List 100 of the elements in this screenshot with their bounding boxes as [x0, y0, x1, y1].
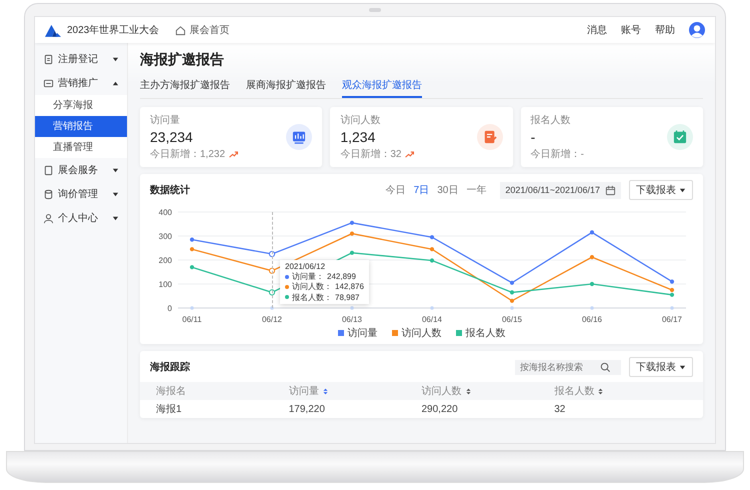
legend-label[interactable]: 访问量	[348, 326, 378, 340]
database-icon	[43, 188, 54, 200]
legend-swatch-icon	[456, 330, 462, 336]
sidebar-subitem[interactable]: 直播管理	[35, 137, 127, 158]
data-point	[190, 247, 194, 252]
x-axis-label: 06/14	[422, 315, 442, 324]
today-increase: 今日新增：32	[340, 148, 402, 161]
sidebar-item[interactable]: 营销推广	[35, 71, 127, 95]
bar-chart-icon	[286, 124, 312, 150]
data-point	[268, 289, 276, 296]
axis-point	[430, 306, 434, 310]
y-axis-label: 100	[158, 280, 172, 289]
stat-value: 1,234	[340, 129, 376, 145]
page-title: 海报扩邀报告	[140, 51, 225, 69]
tooltip-value: 78,987	[335, 292, 360, 302]
data-point	[350, 232, 354, 236]
series-dot-icon	[285, 274, 289, 279]
x-axis-label: 06/16	[582, 315, 602, 324]
data-point	[268, 268, 276, 274]
stat-value: -	[530, 129, 536, 145]
calendar-icon	[605, 184, 616, 196]
download-report-button[interactable]: 下载报表	[629, 357, 693, 377]
sidebar-item[interactable]: 注册登记	[35, 47, 127, 71]
column-header: 访问量	[288, 384, 319, 398]
sort-icon[interactable]	[322, 388, 328, 394]
screen-icon	[43, 78, 54, 88]
tooltip-label: 访问量：	[292, 272, 324, 282]
date-range-field[interactable]: 2021/06/11~2021/06/17	[500, 182, 621, 198]
caret-icon	[112, 214, 119, 222]
column-header: 访问人数	[422, 384, 462, 398]
today-increase: 今日新增：-	[530, 148, 584, 161]
user-icon	[43, 212, 54, 224]
edit-note-icon	[476, 124, 503, 150]
sidebar-item[interactable]: 展会服务	[35, 158, 127, 182]
axis-point	[270, 306, 274, 310]
legend-label[interactable]: 报名人数	[466, 326, 506, 340]
column-header: 报名人数	[554, 384, 594, 398]
y-axis-label: 0	[168, 304, 172, 313]
data-point	[590, 282, 594, 286]
avatar-icon[interactable]	[689, 22, 705, 38]
axis-point	[190, 306, 194, 310]
sidebar-item[interactable]: 个人中心	[35, 206, 127, 230]
tablet-icon	[43, 164, 54, 176]
range-option[interactable]: 今日	[386, 183, 406, 197]
data-point	[510, 280, 514, 285]
data-point	[190, 238, 194, 242]
sort-icon[interactable]	[466, 388, 470, 394]
caret-icon	[112, 166, 119, 174]
series-dot-icon	[285, 284, 289, 289]
legend-swatch-icon	[392, 330, 398, 336]
range-option[interactable]: 30日	[437, 183, 458, 197]
range-option[interactable]: 7日	[414, 183, 430, 197]
panel-title: 数据统计	[150, 184, 190, 197]
table-cell-text: 32	[554, 404, 566, 414]
caret-icon	[679, 364, 686, 370]
panel-title: 海报跟踪	[150, 360, 190, 374]
sort-icon[interactable]	[598, 388, 604, 394]
axis-point	[670, 306, 674, 310]
data-point	[510, 298, 514, 303]
x-axis-label: 06/11	[182, 315, 202, 324]
search-icon	[600, 362, 611, 372]
stat-label: 报名人数	[530, 114, 572, 127]
search-field[interactable]: 按海报名称搜索	[515, 360, 621, 374]
range-option[interactable]: 一年	[466, 183, 486, 197]
home-icon	[175, 24, 186, 36]
home-link[interactable]: 展会首页	[175, 23, 230, 37]
tab[interactable]: 展商海报扩邀报告	[246, 75, 326, 98]
brand-name: 2023年世界工业大会	[67, 24, 160, 37]
sidebar-subitem[interactable]: 分享海报	[35, 95, 127, 116]
sidebar-item[interactable]: 询价管理	[35, 182, 127, 206]
data-point	[430, 235, 434, 240]
data-point	[590, 255, 594, 260]
download-report-button[interactable]: 下载报表	[629, 180, 693, 200]
calendar-check-icon	[666, 124, 693, 150]
header-link[interactable]: 帮助	[655, 23, 675, 37]
sidebar-subitem[interactable]: 营销报告	[35, 116, 127, 137]
axis-point	[510, 306, 514, 310]
legend-label[interactable]: 访问人数	[402, 326, 442, 340]
data-point	[268, 250, 276, 258]
tooltip-label: 报名人数：	[292, 292, 332, 302]
header-link[interactable]: 账号	[621, 23, 641, 37]
tab[interactable]: 观众海报扩邀报告	[342, 75, 422, 98]
data-point	[350, 250, 354, 255]
table-cell-text: 290,220	[422, 404, 459, 414]
tooltip-value: 242,899	[327, 272, 356, 282]
x-axis-label: 06/12	[262, 315, 282, 324]
stat-value: 23,234	[150, 129, 194, 145]
caret-icon	[112, 56, 119, 62]
legend-swatch-icon	[338, 330, 344, 336]
axis-point	[590, 306, 594, 310]
tab[interactable]: 主办方海报扩邀报告	[140, 75, 230, 98]
x-axis-label: 06/15	[502, 315, 522, 324]
column-header: 海报名	[156, 384, 186, 398]
header-link[interactable]: 消息	[587, 23, 607, 37]
series-dot-icon	[285, 295, 289, 300]
data-point	[190, 265, 194, 270]
tooltip-value: 142,876	[335, 282, 364, 292]
y-axis-label: 400	[158, 208, 172, 217]
caret-icon	[112, 80, 119, 86]
axis-point	[350, 306, 354, 310]
